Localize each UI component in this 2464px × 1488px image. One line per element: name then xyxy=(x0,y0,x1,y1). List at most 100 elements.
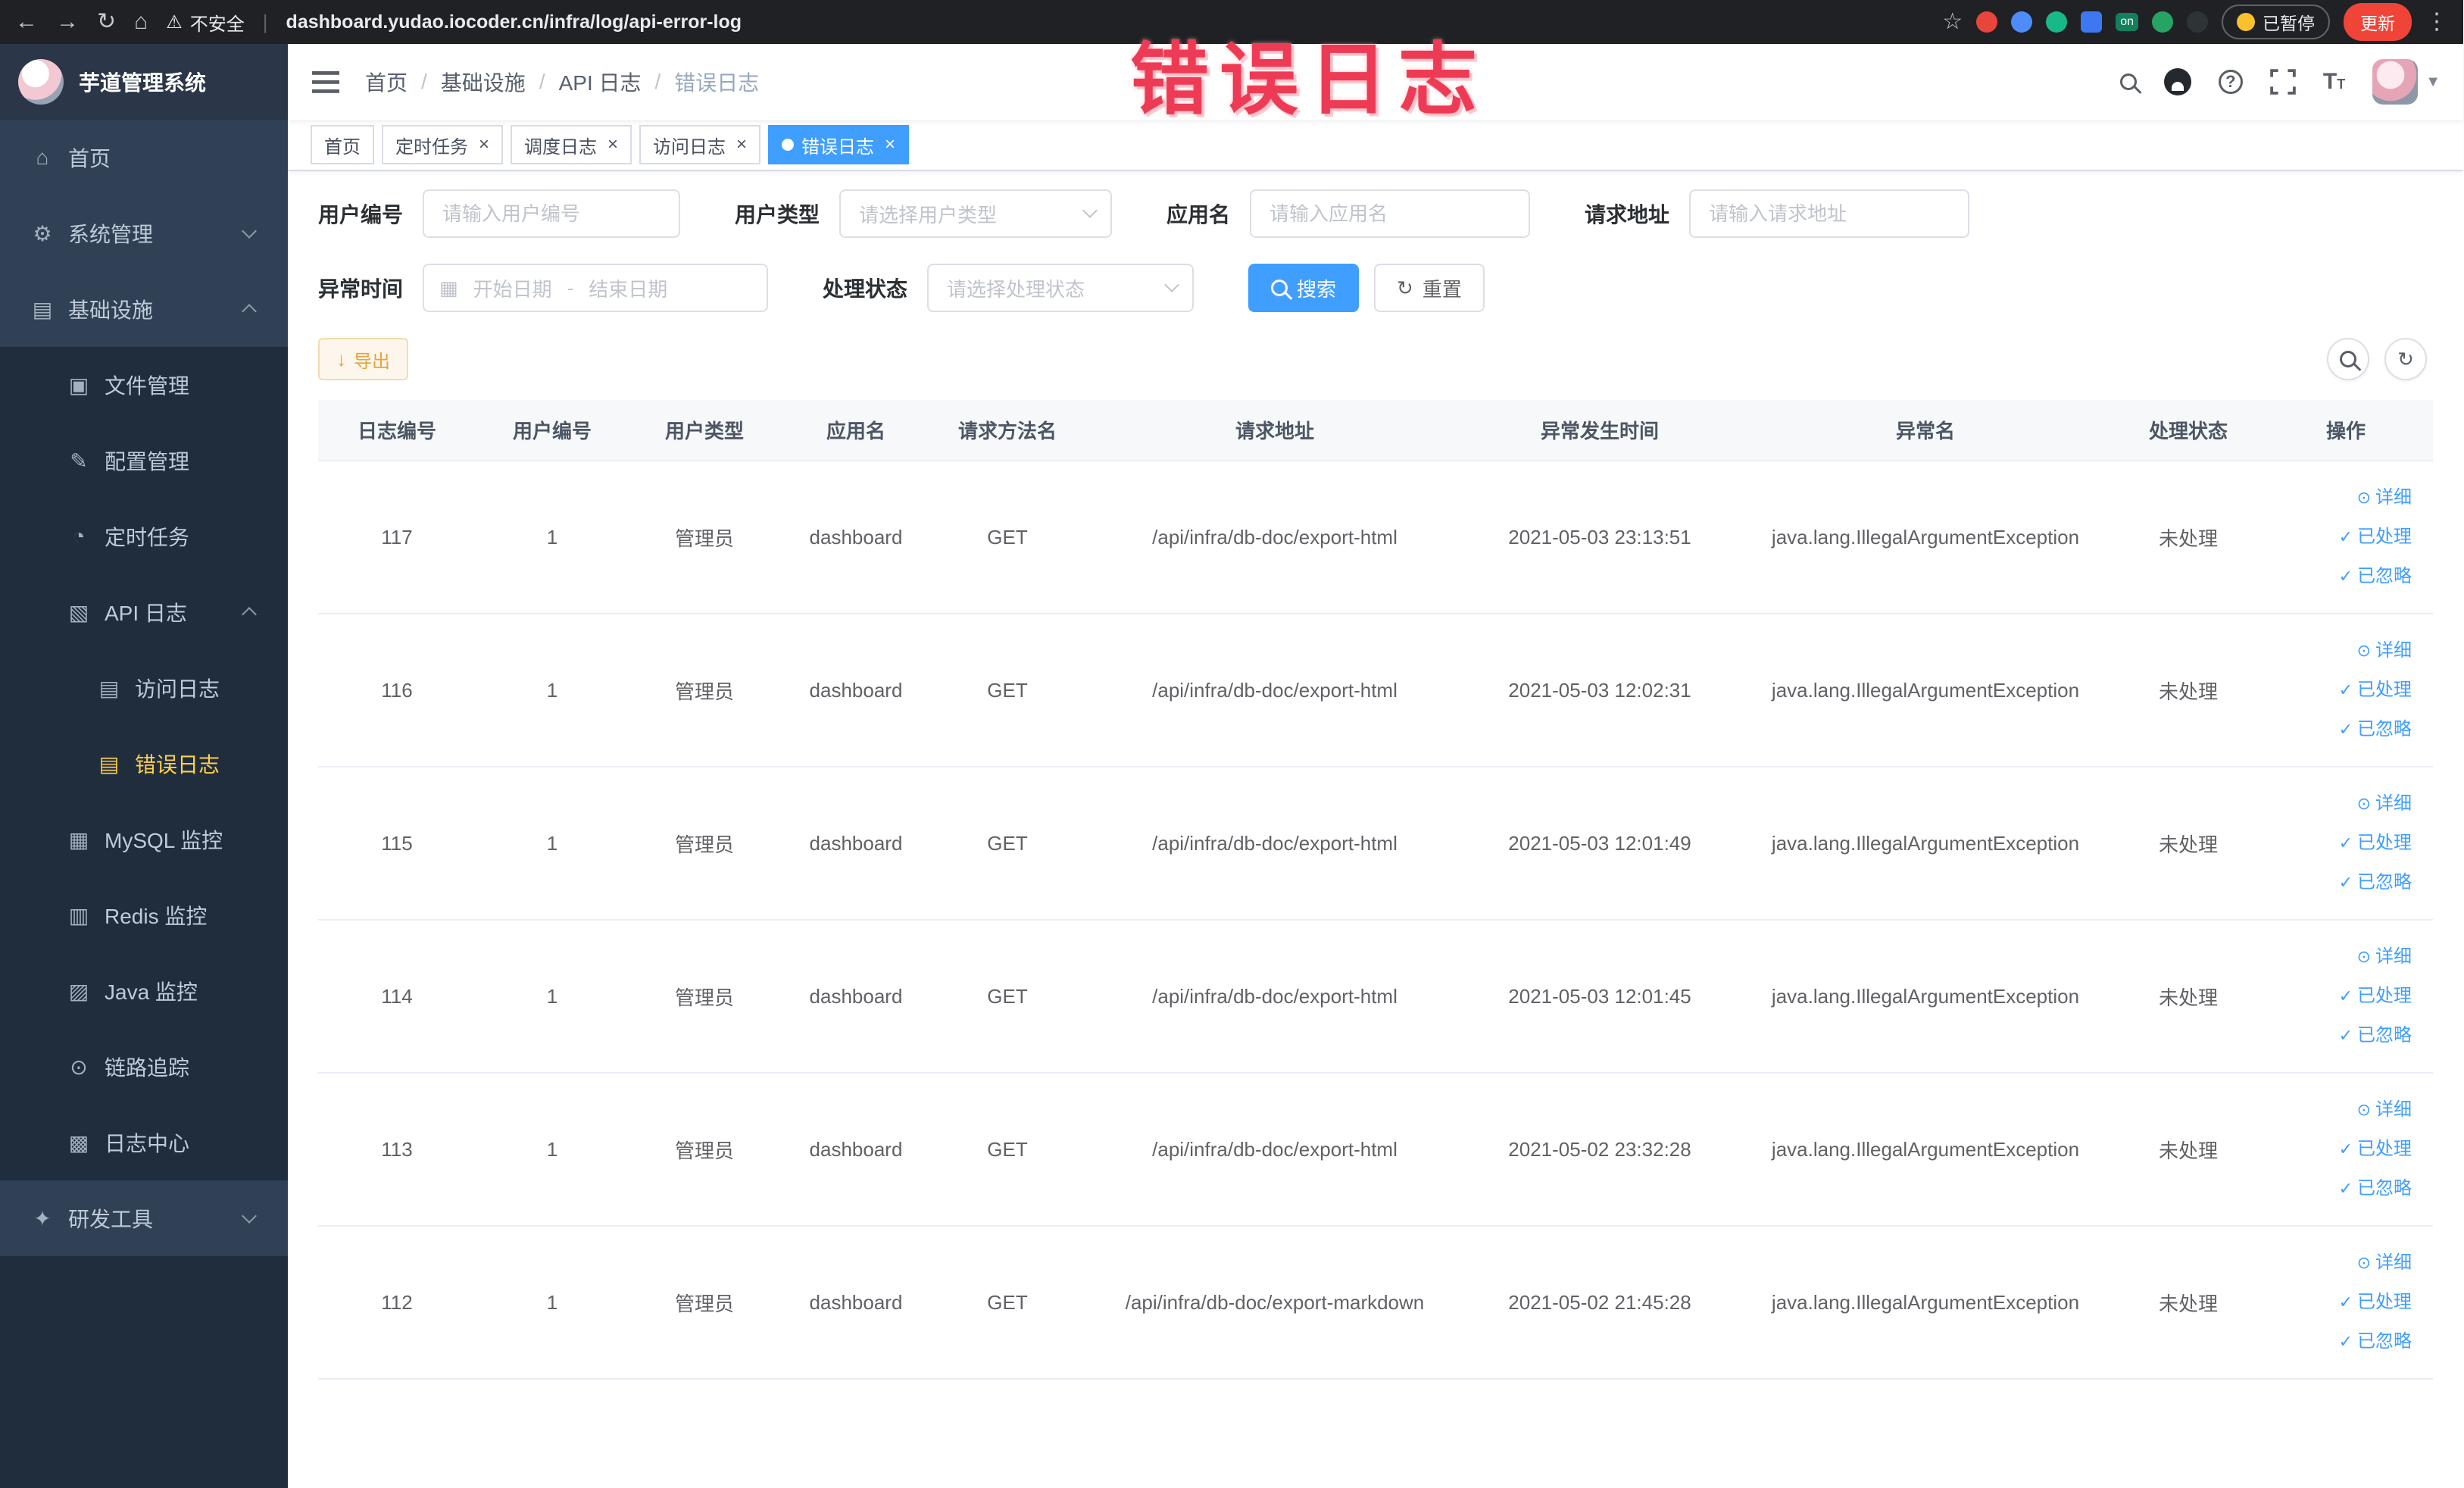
bookmark-star-icon[interactable]: ☆ xyxy=(1942,11,1963,33)
action-ignored-link[interactable]: ✓ 已忽略 xyxy=(2268,1322,2412,1361)
sidebar-item-config-management[interactable]: ✎ 配置管理 xyxy=(0,423,288,499)
action-detail-link[interactable]: ⊙ 详细 xyxy=(2268,1243,2412,1283)
check-icon: ✓ xyxy=(2338,527,2353,546)
sidebar-item-api-log[interactable]: ▧ API 日志 xyxy=(0,574,288,650)
security-text: 不安全 xyxy=(189,14,245,35)
search-button[interactable]: 搜索 xyxy=(1248,264,1360,312)
back-button[interactable]: ← xyxy=(15,11,38,33)
toggle-search-button[interactable] xyxy=(2327,338,2369,380)
sidebar-item-java-monitor[interactable]: ▨ Java 监控 xyxy=(0,953,288,1029)
reset-button[interactable]: ↻ 重置 xyxy=(1374,264,1485,312)
check-icon: ✓ xyxy=(2338,1179,2353,1198)
close-icon[interactable]: × xyxy=(885,136,895,154)
action-detail-link[interactable]: ⊙ 详细 xyxy=(2268,784,2412,824)
user-type-select[interactable]: 请选择用户类型 xyxy=(839,189,1113,238)
exception-time-range-picker[interactable]: ▦ 开始日期 - 结束日期 xyxy=(423,264,769,312)
breadcrumb-home[interactable]: 首页 xyxy=(365,67,408,97)
tab-scheduled-tasks[interactable]: 定时任务 × xyxy=(382,125,504,164)
cell-app: dashboard xyxy=(780,461,932,614)
help-icon[interactable]: ? xyxy=(2218,70,2243,94)
cell-exception: java.lang.IllegalArgumentException xyxy=(1733,920,2118,1074)
sidebar-item-error-log[interactable]: ▤ 错误日志 xyxy=(0,726,288,802)
sidebar-menu: ⌂ 首页 ⚙ 系统管理 ▤ 基础设施 ▣ 文件管理 ✎ 配置管理 ◔ 定时任务 ▧ API 日志 ▤ 访问日志… xyxy=(0,120,288,1488)
browser-home-button[interactable]: ⌂ xyxy=(134,11,148,33)
close-icon[interactable]: × xyxy=(607,136,618,154)
app-logo[interactable]: 芋道管理系统 xyxy=(0,44,288,120)
action-ignored-link[interactable]: ✓ 已忽略 xyxy=(2268,557,2412,596)
extension-on-badge[interactable]: on xyxy=(2116,13,2138,31)
sidebar-item-access-log[interactable]: ▤ 访问日志 xyxy=(0,650,288,726)
action-detail-link[interactable]: ⊙ 详细 xyxy=(2268,937,2412,977)
download-icon: ↓ xyxy=(336,348,346,370)
sidebar-item-log-center[interactable]: ▩ 日志中心 xyxy=(0,1105,288,1180)
sidebar-item-home[interactable]: ⌂ 首页 xyxy=(0,120,288,195)
hamburger-icon[interactable] xyxy=(311,67,341,97)
table-tools: ↻ xyxy=(2327,338,2427,380)
close-icon[interactable]: × xyxy=(479,136,489,154)
sidebar-item-redis-monitor[interactable]: ▥ Redis 监控 xyxy=(0,877,288,953)
extension-icon[interactable] xyxy=(2046,11,2068,33)
action-ignored-link[interactable]: ✓ 已忽略 xyxy=(2268,863,2412,902)
extension-icon[interactable] xyxy=(2152,11,2173,33)
font-size-icon[interactable]: TT xyxy=(2323,69,2345,95)
sidebar-item-trace[interactable]: ⊙ 链路追踪 xyxy=(0,1029,288,1105)
update-button[interactable]: 更新 xyxy=(2344,3,2412,41)
request-url-input[interactable] xyxy=(1689,189,1970,238)
search-icon[interactable] xyxy=(2119,73,2137,90)
sidebar-item-scheduled-tasks[interactable]: ◔ 定时任务 xyxy=(0,499,288,574)
action-processed-link[interactable]: ✓ 已处理 xyxy=(2268,671,2412,710)
action-label: 已处理 xyxy=(2357,680,2412,700)
extension-puzzle-icon[interactable] xyxy=(2187,11,2208,33)
action-processed-link[interactable]: ✓ 已处理 xyxy=(2268,1130,2412,1169)
sidebar-item-system-management[interactable]: ⚙ 系统管理 xyxy=(0,195,288,271)
action-ignored-link[interactable]: ✓ 已忽略 xyxy=(2268,1169,2412,1208)
sidebar-item-label: 日志中心 xyxy=(105,1132,190,1155)
breadcrumb-infrastructure[interactable]: 基础设施 xyxy=(441,67,526,97)
close-icon[interactable]: × xyxy=(736,136,747,154)
address-bar-url[interactable]: dashboard.yudao.iocoder.cn/infra/log/api… xyxy=(286,11,742,33)
github-icon[interactable] xyxy=(2163,68,2191,95)
app-name-input[interactable] xyxy=(1250,189,1531,238)
action-processed-link[interactable]: ✓ 已处理 xyxy=(2268,977,2412,1016)
forward-button[interactable]: → xyxy=(56,11,79,33)
action-detail-link[interactable]: ⊙ 详细 xyxy=(2268,631,2412,671)
action-ignored-link[interactable]: ✓ 已忽略 xyxy=(2268,1016,2412,1055)
user-id-input[interactable] xyxy=(423,189,681,238)
refresh-table-button[interactable]: ↻ xyxy=(2384,338,2427,380)
browser-menu-icon[interactable]: ⋮ xyxy=(2425,11,2448,33)
check-icon: ✓ xyxy=(2338,1293,2353,1311)
action-processed-link[interactable]: ✓ 已处理 xyxy=(2268,517,2412,557)
sidebar-item-label: 研发工具 xyxy=(68,1208,154,1231)
fullscreen-icon[interactable] xyxy=(2270,69,2296,95)
tab-home[interactable]: 首页 xyxy=(311,125,374,164)
action-detail-link[interactable]: ⊙ 详细 xyxy=(2268,478,2412,517)
tab-access-log[interactable]: 访问日志 × xyxy=(639,125,761,164)
process-status-select[interactable]: 请选择处理状态 xyxy=(927,264,1195,312)
breadcrumb-api-log[interactable]: API 日志 xyxy=(559,67,642,97)
breadcrumb: 首页 / 基础设施 / API 日志 / 错误日志 xyxy=(365,67,759,97)
action-ignored-link[interactable]: ✓ 已忽略 xyxy=(2268,710,2412,749)
sidebar-item-infrastructure[interactable]: ▤ 基础设施 xyxy=(0,271,288,347)
extension-icon[interactable] xyxy=(2011,11,2033,33)
action-processed-link[interactable]: ✓ 已处理 xyxy=(2268,1283,2412,1322)
filter-user-id: 用户编号 xyxy=(318,189,681,238)
extension-grid-icon[interactable] xyxy=(2081,11,2103,33)
filter-label: 用户类型 xyxy=(735,203,820,227)
sidebar-item-dev-tools[interactable]: ✦ 研发工具 xyxy=(0,1180,288,1256)
sidebar-item-mysql-monitor[interactable]: ▦ MySQL 监控 xyxy=(0,802,288,877)
action-processed-link[interactable]: ✓ 已处理 xyxy=(2268,824,2412,863)
sidebar-item-file-management[interactable]: ▣ 文件管理 xyxy=(0,347,288,423)
paused-badge[interactable]: 已暂停 xyxy=(2222,5,2330,39)
tab-error-log[interactable]: 错误日志 × xyxy=(768,125,910,164)
action-detail-link[interactable]: ⊙ 详细 xyxy=(2268,1090,2412,1130)
extension-icon[interactable] xyxy=(1976,11,1998,33)
action-label: 详细 xyxy=(2375,1099,2412,1120)
site-security-label[interactable]: ⚠ 不安全 xyxy=(166,9,245,36)
warning-icon: ⚠ xyxy=(166,11,183,33)
user-avatar[interactable]: ▼ xyxy=(2372,59,2441,105)
reload-button[interactable]: ↻ xyxy=(97,11,116,33)
chevron-down-icon: ▼ xyxy=(2425,73,2441,90)
error-log-table: 日志编号 用户编号 用户类型 应用名 请求方法名 请求地址 异常发生时间 异常名 处理状态 操作 … xyxy=(318,400,2433,1380)
tab-schedule-log[interactable]: 调度日志 × xyxy=(511,125,632,164)
export-button[interactable]: ↓ 导出 xyxy=(318,338,408,380)
